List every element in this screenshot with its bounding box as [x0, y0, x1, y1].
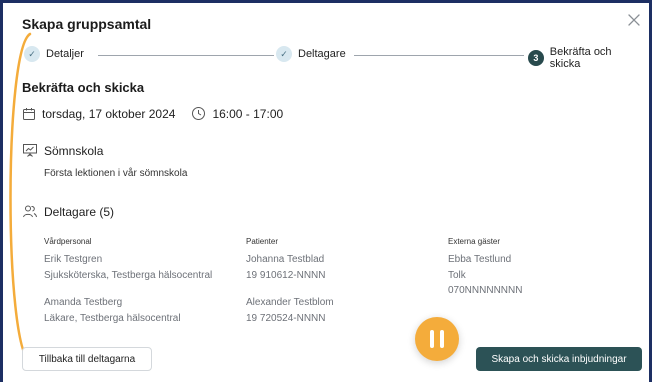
calendar-icon [23, 107, 35, 120]
activity-name: Sömnskola [44, 143, 104, 158]
activity-row: Sömnskola [22, 143, 103, 158]
step-confirm[interactable]: 3 Bekräfta och skicka [528, 46, 644, 70]
stepper: ✓ Detaljer ✓ Deltagare 3 Bekräfta och sk… [24, 46, 644, 70]
staff-role: Sjuksköterska, Testberga hälsocentral [44, 269, 213, 281]
guest-phone: 070NNNNNNNN [448, 285, 523, 297]
section-heading: Bekräfta och skicka [22, 80, 145, 95]
column-patients: Patienter Johanna Testblad 19 910612-NNN… [246, 236, 334, 326]
time-text: 16:00 - 17:00 [212, 106, 284, 121]
step-label: Deltagare [298, 48, 346, 60]
back-to-participants-button[interactable]: Tillbaka till deltagarna [22, 347, 152, 371]
column-header: Externa gäster [448, 237, 501, 246]
column-staff: Vårdpersonal Erik Testgren Sjuksköterska… [44, 236, 212, 326]
guest-name: Ebba Testlund [448, 254, 512, 266]
create-and-send-button[interactable]: Skapa och skicka inbjudningar [476, 347, 642, 371]
step-number: 3 [528, 50, 544, 66]
dialog-title: Skapa gruppsamtal [22, 16, 152, 32]
column-header: Vårdpersonal [44, 237, 92, 246]
patient-id: 19 910612-NNNN [246, 269, 326, 281]
guest-role: Tolk [448, 269, 466, 281]
close-icon[interactable] [626, 12, 642, 28]
date-text: torsdag, 17 oktober 2024 [42, 106, 176, 121]
staff-role: Läkare, Testberga hälsocentral [44, 312, 181, 324]
staff-name: Erik Testgren [44, 254, 103, 266]
step-label: Detaljer [46, 48, 84, 60]
participants-row: Deltagare (5) [22, 204, 114, 219]
column-guests: Externa gäster Ebba Testlund Tolk 070NNN… [448, 236, 522, 299]
step-participants[interactable]: ✓ Deltagare [276, 46, 346, 62]
activity-description: Första lektionen i vår sömnskola [44, 168, 188, 179]
patient-id: 19 720524-NNNN [246, 312, 326, 324]
check-icon: ✓ [276, 46, 292, 62]
date-time-row: torsdag, 17 oktober 2024 16:00 - 17:00 [22, 106, 283, 121]
column-header: Patienter [246, 237, 279, 246]
people-icon [23, 205, 37, 218]
clock-icon [192, 107, 206, 120]
patient-name: Alexander Testblom [246, 297, 334, 309]
check-icon: ✓ [24, 46, 40, 62]
pause-icon[interactable] [415, 317, 459, 361]
time-group: 16:00 - 17:00 [191, 106, 283, 121]
patient-name: Johanna Testblad [246, 254, 325, 266]
step-details[interactable]: ✓ Detaljer [24, 46, 84, 62]
participants-count: Deltagare (5) [44, 204, 115, 219]
step-connector [98, 55, 274, 56]
staff-name: Amanda Testberg [44, 297, 123, 309]
presentation-icon [23, 144, 37, 157]
step-connector [354, 55, 524, 56]
step-label: Bekräfta och skicka [549, 46, 612, 70]
